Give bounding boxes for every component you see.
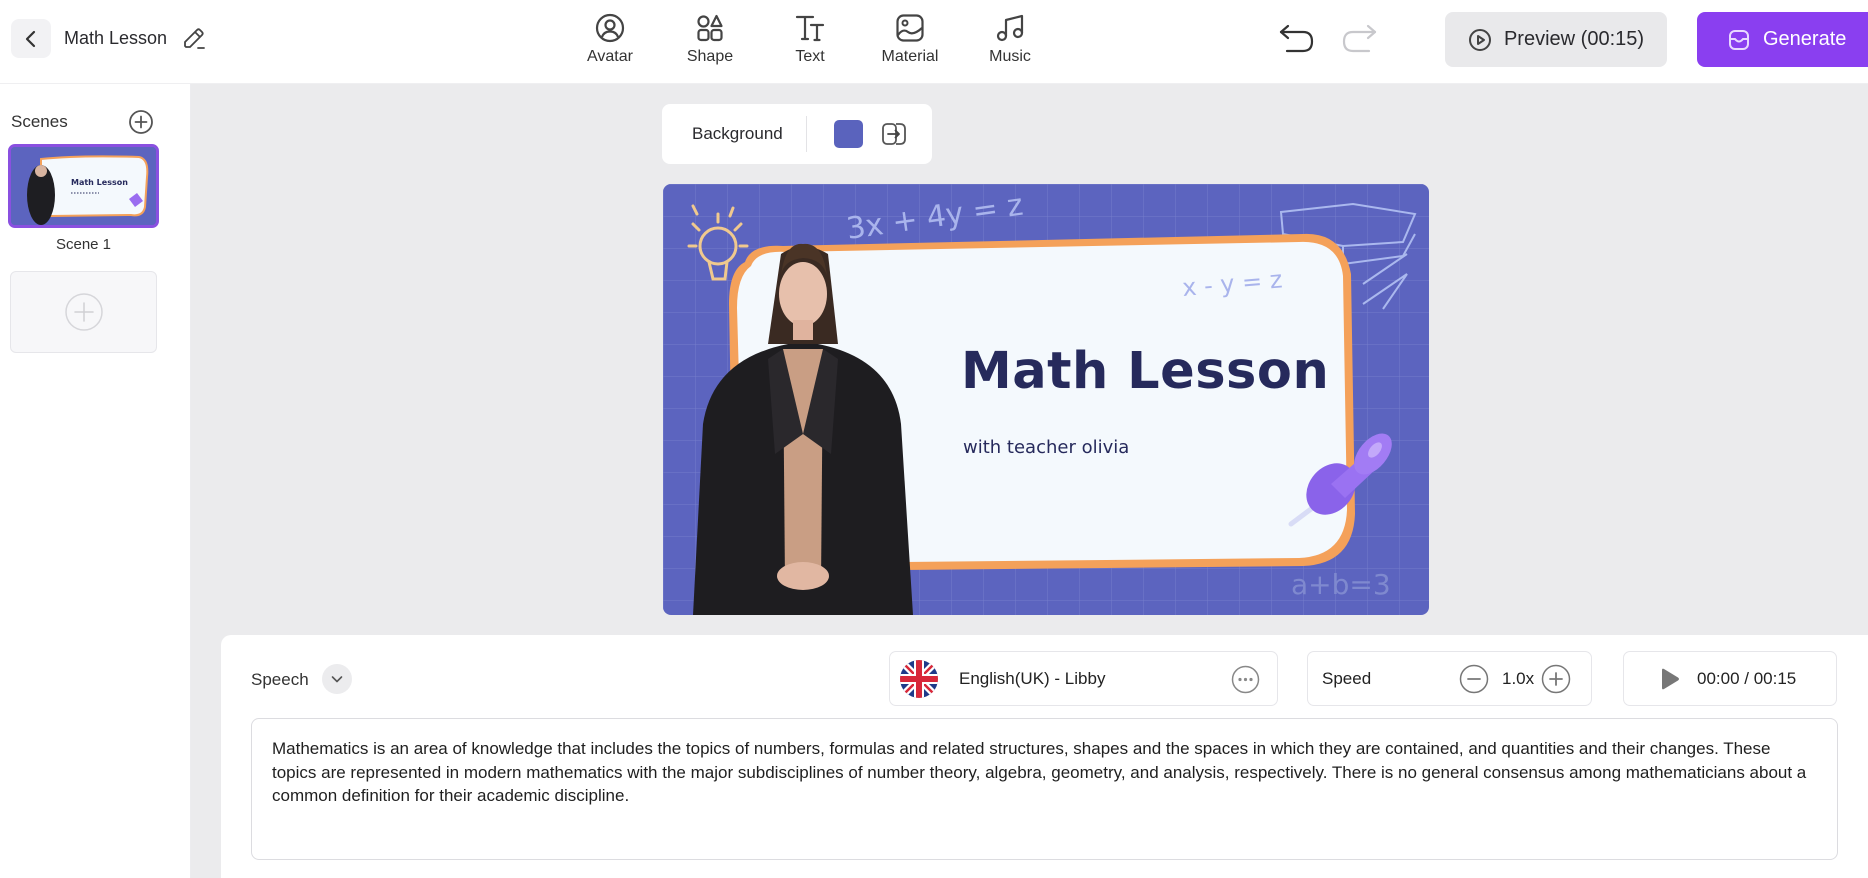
speed-control: Speed 1.0x [1307, 651, 1592, 706]
background-button[interactable]: Background [692, 124, 783, 144]
play-icon [1662, 668, 1679, 690]
tool-music-label: Music [989, 48, 1031, 65]
shapes-icon [697, 14, 723, 42]
chevron-down-icon [331, 676, 343, 683]
tool-text-label: Text [795, 48, 825, 65]
voice-selector[interactable]: English(UK) - Libby [889, 651, 1278, 706]
tool-material-label: Material [881, 48, 939, 65]
scenes-heading: Scenes [11, 112, 68, 131]
more-options-icon[interactable] [1231, 665, 1260, 694]
top-header: Math Lesson Avatar Shape Text Material M… [0, 0, 1868, 84]
divider [806, 116, 807, 152]
slide-canvas[interactable]: 3x + 4y = z x - y = z a+b=3 Math Lesson … [663, 184, 1429, 615]
tool-avatar[interactable]: Avatar [560, 8, 660, 70]
speech-panel: Speech English(UK) - Libby Speed 1.0x 00… [221, 635, 1868, 878]
doodle-equation-3: a+b=3 [1291, 568, 1391, 601]
pencil-icon[interactable] [181, 26, 207, 52]
speech-script-textarea[interactable]: Mathematics is an area of knowledge that… [251, 718, 1838, 860]
background-toolbar: Background [662, 104, 932, 164]
scene-thumbnail[interactable]: Math Lesson [8, 144, 159, 228]
tool-material[interactable]: Material [860, 8, 960, 70]
scene-label: Scene 1 [55, 236, 112, 253]
generate-button[interactable]: Generate [1697, 12, 1868, 67]
speech-label: Speech [251, 670, 309, 689]
background-color-swatch[interactable] [834, 120, 863, 148]
project-title: Math Lesson [64, 28, 168, 48]
new-scene-button[interactable] [10, 271, 157, 353]
back-button[interactable] [11, 19, 51, 58]
undo-icon[interactable] [1277, 22, 1317, 56]
speed-label: Speed [1322, 669, 1372, 688]
image-icon [896, 14, 924, 42]
preview-button[interactable]: Preview (00:15) [1445, 12, 1667, 67]
avatar-icon [595, 13, 625, 43]
chevron-left-icon [25, 30, 36, 47]
scene-thumb-title: Math Lesson [71, 178, 128, 187]
tool-text[interactable]: Text [760, 8, 860, 70]
scene-thumbnail-preview: Math Lesson [11, 147, 156, 225]
plus-circle-icon [64, 293, 103, 331]
audio-play-button[interactable]: 00:00 / 00:15 [1623, 651, 1837, 706]
speed-value: 1.0x [1502, 669, 1535, 688]
apply-to-all-icon[interactable] [880, 120, 908, 148]
audio-time: 00:00 / 00:15 [1697, 669, 1797, 688]
music-note-icon [996, 14, 1024, 42]
play-circle-icon [1468, 28, 1491, 51]
slide-title[interactable]: Math Lesson [961, 342, 1329, 401]
insert-toolbar: Avatar Shape Text Material Music [560, 8, 1060, 70]
plus-circle-icon[interactable] [128, 109, 154, 135]
minus-circle-icon[interactable] [1459, 664, 1489, 694]
uk-flag-icon [900, 660, 938, 698]
plus-circle-icon[interactable] [1541, 664, 1571, 694]
generate-label: Generate [1763, 28, 1847, 50]
scenes-sidebar: Scenes Math Lesson Scene 1 [0, 84, 191, 878]
slide-subtitle[interactable]: with teacher olivia [963, 437, 1129, 458]
text-icon [795, 15, 825, 42]
tool-shape-label: Shape [686, 48, 734, 65]
generate-icon [1729, 29, 1749, 50]
redo-icon[interactable] [1339, 22, 1379, 56]
tool-shape[interactable]: Shape [660, 8, 760, 70]
tool-music[interactable]: Music [960, 8, 1060, 70]
speech-collapse-button[interactable] [322, 664, 352, 694]
tool-avatar-label: Avatar [587, 48, 633, 65]
voice-name: English(UK) - Libby [959, 669, 1106, 688]
preview-label: Preview (00:15) [1503, 28, 1645, 50]
